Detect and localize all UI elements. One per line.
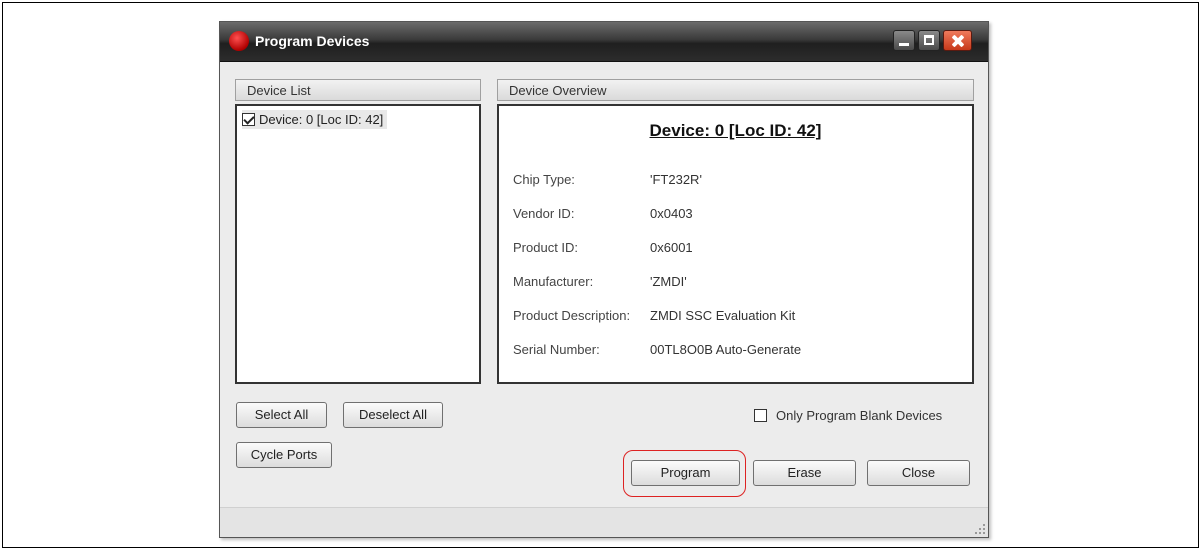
manufacturer-value: 'ZMDI' (650, 274, 687, 289)
maximize-icon[interactable] (918, 30, 940, 51)
window-title: Program Devices (255, 33, 370, 49)
list-item[interactable]: Device: 0 [Loc ID: 42] (242, 110, 388, 129)
device-item-label: Device: 0 [Loc ID: 42] (259, 112, 384, 127)
manufacturer-label: Manufacturer: (513, 274, 594, 289)
vendor-id-label: Vendor ID: (513, 206, 575, 221)
erase-button[interactable]: Erase (753, 460, 856, 486)
overview-title: Device: 0 [Loc ID: 42] (649, 121, 822, 140)
device-overview-header: Device Overview (497, 79, 974, 101)
chip-type-label: Chip Type: (513, 172, 575, 187)
close-window-icon[interactable] (943, 30, 972, 51)
vendor-id-value: 0x0403 (650, 206, 693, 221)
title-bar[interactable]: Program Devices (220, 22, 988, 62)
product-id-label: Product ID: (513, 240, 579, 255)
product-description-value: ZMDI SSC Evaluation Kit (650, 308, 796, 323)
only-blank-label: Only Program Blank Devices (776, 408, 943, 423)
only-blank-option[interactable]: Only Program Blank Devices (754, 408, 942, 423)
product-description-label: Product Description: (513, 308, 631, 323)
device-checkbox[interactable] (242, 113, 255, 126)
device-overview: Device: 0 [Loc ID: 42] Chip Type: 'FT232… (497, 104, 974, 384)
close-button[interactable]: Close (867, 460, 970, 486)
resize-grip-icon[interactable] (975, 524, 985, 534)
chip-type-value: 'FT232R' (650, 172, 702, 187)
serial-number-label: Serial Number: (513, 342, 600, 357)
cycle-ports-button[interactable]: Cycle Ports (236, 442, 332, 468)
select-all-button[interactable]: Select All (236, 402, 327, 428)
app-icon (229, 31, 249, 51)
product-id-value: 0x6001 (650, 240, 693, 255)
serial-number-value: 00TL8O0B Auto-Generate (650, 342, 802, 357)
minimize-icon[interactable] (893, 30, 915, 51)
program-devices-window: Program Devices Device List Device: 0 [L… (219, 21, 989, 538)
status-bar (220, 507, 988, 537)
device-list[interactable]: Device: 0 [Loc ID: 42] (235, 104, 481, 384)
device-list-header: Device List (235, 79, 481, 101)
deselect-all-button[interactable]: Deselect All (343, 402, 443, 428)
only-blank-checkbox[interactable] (754, 409, 767, 422)
program-button[interactable]: Program (631, 460, 740, 486)
